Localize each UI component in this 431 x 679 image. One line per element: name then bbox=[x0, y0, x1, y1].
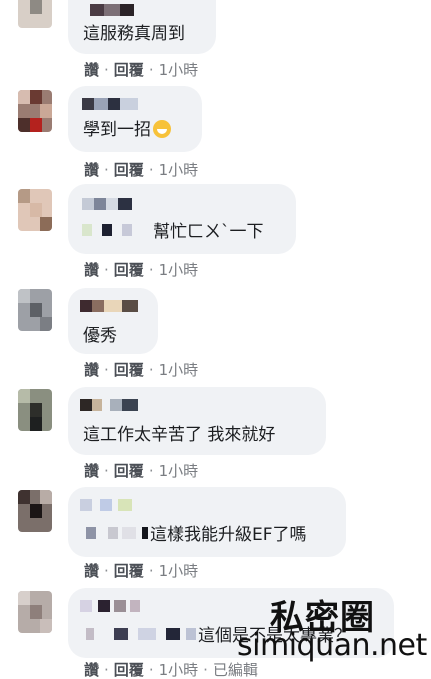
commenter-name[interactable] bbox=[90, 4, 140, 16]
like-link[interactable]: 讚 bbox=[84, 661, 99, 679]
timestamp-link[interactable]: 1小時 bbox=[159, 462, 199, 480]
reply-link[interactable]: 回覆 bbox=[114, 161, 144, 179]
comment-actions: 讚 · 回覆 · 1小時 bbox=[84, 462, 198, 480]
commenter-name-extra bbox=[82, 224, 132, 236]
avatar[interactable] bbox=[18, 90, 52, 132]
avatar[interactable] bbox=[18, 490, 52, 532]
separator: · bbox=[148, 161, 154, 179]
reply-link[interactable]: 回覆 bbox=[114, 61, 144, 79]
comment-text: 這工作太辛苦了 我來就好 bbox=[83, 425, 276, 445]
comment-text: 這服務真周到 bbox=[83, 24, 185, 44]
edited-label[interactable]: 已編輯 bbox=[213, 661, 258, 679]
separator: · bbox=[148, 61, 154, 79]
commenter-name[interactable] bbox=[80, 600, 142, 612]
comment-actions: 讚 · 回覆 · 1小時 · 已編輯 bbox=[84, 661, 258, 679]
comment-text: 幫忙ㄈㄨˋ一下 bbox=[153, 222, 264, 242]
commenter-name[interactable] bbox=[80, 499, 142, 511]
comment-actions: 讚 · 回覆 · 1小時 bbox=[84, 161, 198, 179]
reply-link[interactable]: 回覆 bbox=[114, 261, 144, 279]
timestamp-link[interactable]: 1小時 bbox=[159, 61, 199, 79]
commenter-name[interactable] bbox=[82, 198, 152, 210]
comment-bubble: 這服務真周到 bbox=[68, 0, 216, 54]
commenter-name[interactable] bbox=[82, 98, 140, 110]
avatar[interactable] bbox=[18, 189, 52, 231]
like-link[interactable]: 讚 bbox=[84, 361, 99, 379]
comment-text: 學到一招 bbox=[83, 120, 171, 140]
commenter-name[interactable] bbox=[80, 399, 142, 411]
comment-actions: 讚 · 回覆 · 1小時 bbox=[84, 562, 198, 580]
separator: · bbox=[148, 661, 154, 679]
comment-actions: 讚 · 回覆 · 1小時 bbox=[84, 61, 198, 79]
watermark-english: simiquan.net bbox=[237, 628, 427, 663]
like-link[interactable]: 讚 bbox=[84, 562, 99, 580]
separator: · bbox=[104, 361, 109, 379]
reply-link[interactable]: 回覆 bbox=[114, 462, 144, 480]
comment-bubble: 優秀 bbox=[68, 288, 158, 354]
separator: · bbox=[104, 61, 109, 79]
avatar[interactable] bbox=[18, 0, 52, 28]
separator: · bbox=[104, 562, 109, 580]
commenter-name-extra bbox=[86, 628, 196, 640]
timestamp-link[interactable]: 1小時 bbox=[159, 361, 199, 379]
comment-bubble: 這工作太辛苦了 我來就好 bbox=[68, 387, 326, 455]
avatar[interactable] bbox=[18, 289, 52, 331]
like-link[interactable]: 讚 bbox=[84, 462, 99, 480]
comment-bubble: 這樣我能升級EF了嗎 bbox=[68, 487, 346, 557]
separator: · bbox=[148, 562, 154, 580]
comment-text-content: 學到一招 bbox=[83, 120, 151, 140]
timestamp-link[interactable]: 1小時 bbox=[159, 661, 199, 679]
comment-bubble: 幫忙ㄈㄨˋ一下 bbox=[68, 184, 296, 254]
like-link[interactable]: 讚 bbox=[84, 161, 99, 179]
like-link[interactable]: 讚 bbox=[84, 61, 99, 79]
grinning-sweat-emoji-icon bbox=[153, 120, 171, 138]
comment-text: 這樣我能升級EF了嗎 bbox=[150, 525, 307, 545]
commenter-name[interactable] bbox=[80, 300, 142, 312]
avatar[interactable] bbox=[18, 389, 52, 431]
timestamp-link[interactable]: 1小時 bbox=[159, 261, 199, 279]
timestamp-link[interactable]: 1小時 bbox=[159, 562, 199, 580]
timestamp-link[interactable]: 1小時 bbox=[159, 161, 199, 179]
reply-link[interactable]: 回覆 bbox=[114, 562, 144, 580]
comment-actions: 讚 · 回覆 · 1小時 bbox=[84, 261, 198, 279]
separator: · bbox=[148, 462, 154, 480]
comment-actions: 讚 · 回覆 · 1小時 bbox=[84, 361, 198, 379]
comment-text: 優秀 bbox=[83, 326, 117, 346]
separator: · bbox=[104, 462, 109, 480]
commenter-name-extra bbox=[86, 527, 148, 539]
separator: · bbox=[104, 261, 109, 279]
reply-link[interactable]: 回覆 bbox=[114, 361, 144, 379]
separator: · bbox=[148, 361, 154, 379]
comment-bubble: 學到一招 bbox=[68, 86, 202, 152]
separator: · bbox=[104, 661, 109, 679]
reply-link[interactable]: 回覆 bbox=[114, 661, 144, 679]
separator: · bbox=[148, 261, 154, 279]
avatar[interactable] bbox=[18, 591, 52, 633]
separator: · bbox=[203, 661, 208, 679]
like-link[interactable]: 讚 bbox=[84, 261, 99, 279]
separator: · bbox=[104, 161, 109, 179]
